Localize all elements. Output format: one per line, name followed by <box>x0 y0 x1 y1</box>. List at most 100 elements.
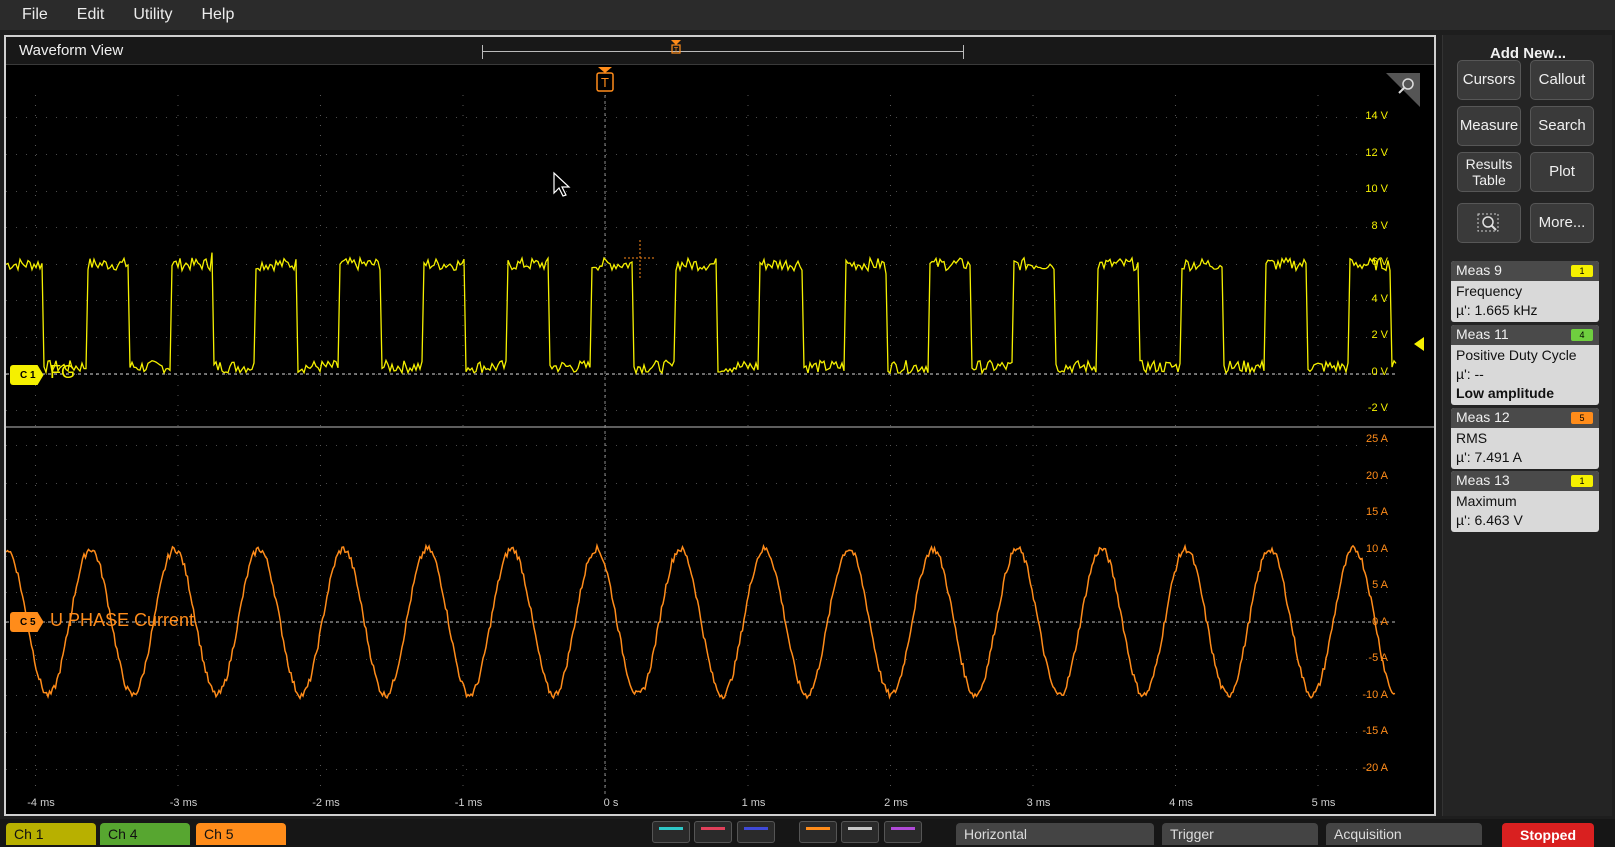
plot-button[interactable]: Plot <box>1530 152 1594 192</box>
c1-y-tick: -2 V <box>1367 402 1388 414</box>
c1-y-tick: 0 V <box>1371 365 1388 378</box>
x-tick: 1 ms <box>741 797 766 809</box>
trigger-tab[interactable]: Trigger <box>1162 823 1318 845</box>
c5-badge[interactable]: C 5 <box>10 612 44 632</box>
measurement-type: Positive Duty Cycle <box>1456 347 1577 363</box>
c1-y-tick: 14 V <box>1365 110 1388 122</box>
measurement-channel-tag: 4 <box>1571 329 1593 341</box>
measurement-badge[interactable]: Meas 9 1 Frequency µ': 1.665 kHz <box>1451 261 1599 322</box>
menu-help[interactable]: Help <box>189 6 251 24</box>
measurement-channel-tag: 1 <box>1571 265 1593 277</box>
add-new-panel: Add New... Cursors Callout Measure Searc… <box>1442 35 1612 816</box>
x-tick: 2 ms <box>884 797 908 809</box>
x-tick: 3 ms <box>1026 797 1051 809</box>
waveform-view-header: Waveform View T <box>6 37 1434 65</box>
ch1-tab[interactable]: Ch 1 <box>6 823 96 845</box>
c5-y-tick: 5 A <box>1372 579 1388 591</box>
ch4-tab[interactable]: Ch 4 <box>100 823 190 845</box>
c5-y-tick: 15 A <box>1365 506 1388 518</box>
c1-y-tick: 4 V <box>1371 292 1388 305</box>
c5-y-tick: 0 A <box>1372 615 1388 628</box>
measure-button[interactable]: Measure <box>1457 106 1521 146</box>
run-stop-button[interactable]: Stopped <box>1502 823 1594 847</box>
menu-bar: File Edit Utility Help <box>0 0 1615 30</box>
crosshair-marker <box>624 240 656 280</box>
x-tick: 4 ms <box>1169 797 1193 809</box>
measurement-channel-tag: 1 <box>1571 475 1593 487</box>
add-waveform-swatch[interactable] <box>799 821 837 843</box>
add-waveform-swatch[interactable] <box>841 821 879 843</box>
callout-button[interactable]: Callout <box>1530 60 1594 100</box>
svg-text:T: T <box>601 75 609 90</box>
measurement-badge[interactable]: Meas 12 5 RMS µ': 7.491 A <box>1451 408 1599 469</box>
measurement-title: Meas 13 <box>1456 472 1510 488</box>
c5-y-tick: 20 A <box>1365 469 1388 482</box>
c1-y-tick: 10 V <box>1365 183 1388 195</box>
trigger-marker: T <box>596 67 614 92</box>
search-button[interactable]: Search <box>1530 106 1594 146</box>
more-button[interactable]: More... <box>1530 203 1594 243</box>
menu-edit[interactable]: Edit <box>65 6 122 24</box>
x-tick: -3 ms <box>169 797 198 809</box>
waveform-view-title: Waveform View <box>19 42 124 59</box>
measurement-type: Maximum <box>1456 493 1517 509</box>
waveform-plot: T <box>6 67 1434 795</box>
zoom-search-icon <box>1477 213 1499 232</box>
c5-y-tick: 25 A <box>1365 433 1388 445</box>
mouse-pointer-icon <box>553 171 571 197</box>
measurement-badge[interactable]: Meas 13 1 Maximum µ': 6.463 V <box>1451 471 1599 532</box>
x-tick: 5 ms <box>1311 797 1336 809</box>
results-table-button[interactable]: Results Table <box>1457 152 1521 192</box>
measurement-name: Meas 12 5 <box>1451 408 1599 428</box>
c5-y-tick: -10 A <box>1362 688 1388 701</box>
measurement-value: µ': 6.463 V <box>1456 512 1523 528</box>
measurement-type: RMS <box>1456 430 1488 446</box>
record-view-bar[interactable]: T <box>482 40 964 59</box>
measurement-warning: Low amplitude <box>1456 385 1554 401</box>
c5-y-tick: -15 A <box>1362 725 1388 737</box>
waveform-view[interactable]: Waveform View T T C 1 FG C 5 U PHASE Cur… <box>4 35 1436 816</box>
settings-bar: Ch 1 Ch 4 Ch 5 Horizontal Trigger Acquis… <box>0 819 1615 847</box>
c1-y-tick: 8 V <box>1371 219 1388 232</box>
c5-y-tick: -5 A <box>1368 652 1388 664</box>
c1-badge[interactable]: C 1 <box>10 365 44 385</box>
zoom-search-button[interactable] <box>1457 203 1521 243</box>
c1-y-tick: 6 V <box>1371 256 1388 268</box>
record-trigger-marker: T <box>671 40 681 54</box>
add-waveform-swatch[interactable] <box>652 821 690 843</box>
measurement-value: µ': 1.665 kHz <box>1456 302 1538 318</box>
add-waveform-swatch[interactable] <box>884 821 922 843</box>
c5-y-tick: -20 A <box>1362 761 1388 774</box>
acquisition-tab[interactable]: Acquisition <box>1326 823 1482 845</box>
measurement-channel-tag: 5 <box>1571 412 1593 424</box>
c1-y-tick: 2 V <box>1371 329 1388 341</box>
c1-label: FG <box>50 362 75 382</box>
measurement-name: Meas 13 1 <box>1451 471 1599 491</box>
x-tick: -4 ms <box>27 797 55 809</box>
measurement-type: Frequency <box>1456 283 1523 299</box>
x-tick: -1 ms <box>454 797 483 809</box>
c1-waveform <box>6 252 1397 376</box>
measurement-badge[interactable]: Meas 11 4 Positive Duty Cycle µ': -- Low amp… <box>1451 325 1599 405</box>
measurement-value: µ': -- <box>1456 366 1484 382</box>
c1-trigger-level-marker <box>1414 337 1424 351</box>
ch5-tab[interactable]: Ch 5 <box>196 823 286 845</box>
zoom-icon[interactable] <box>1386 73 1420 107</box>
cursors-button[interactable]: Cursors <box>1457 60 1521 100</box>
x-tick: 0 s <box>603 797 619 809</box>
add-waveform-swatch[interactable] <box>737 821 775 843</box>
x-tick: -2 ms <box>312 797 340 809</box>
measurement-name: Meas 9 1 <box>1451 261 1599 281</box>
measurement-title: Meas 12 <box>1456 409 1510 425</box>
measurement-value: µ': 7.491 A <box>1456 449 1523 465</box>
add-waveform-swatch[interactable] <box>694 821 732 843</box>
c5-label: U PHASE Current <box>50 610 195 630</box>
menu-file[interactable]: File <box>10 6 65 24</box>
horizontal-tab[interactable]: Horizontal <box>956 823 1154 845</box>
c1-y-tick: 12 V <box>1365 146 1388 159</box>
c5-y-tick: 10 A <box>1365 542 1388 555</box>
plot-area[interactable]: T C 1 FG C 5 U PHASE Current 14 V 12 V 10 … <box>6 65 1434 814</box>
svg-text:T: T <box>674 47 679 54</box>
menu-utility[interactable]: Utility <box>121 6 189 24</box>
measurement-title: Meas 9 <box>1456 262 1502 278</box>
